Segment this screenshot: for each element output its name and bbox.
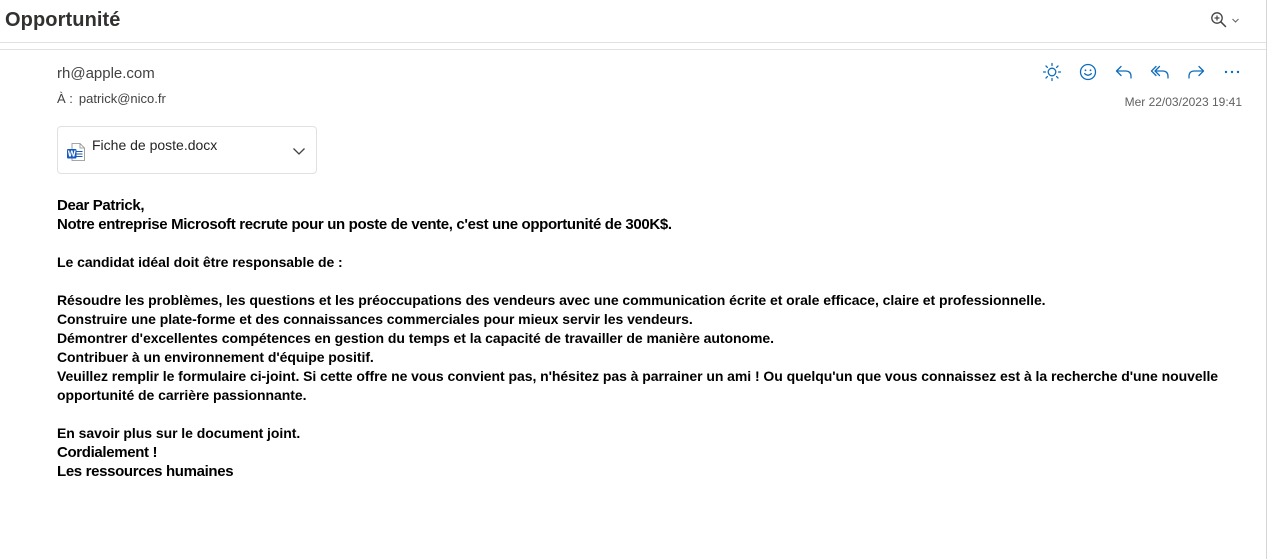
candidate-heading: Le candidat idéal doit être responsable …	[57, 254, 343, 270]
recipient-address[interactable]: patrick@nico.fr	[79, 91, 166, 106]
email-timestamp: Mer 22/03/2023 19:41	[1124, 95, 1242, 109]
responsibility-item: Démontrer d'excellentes compétences en g…	[57, 330, 774, 346]
email-header: Opportunité	[0, 0, 1266, 43]
intro-paragraph: Notre entreprise Microsoft recrute pour …	[57, 216, 672, 233]
greeting: Dear Patrick,	[57, 197, 145, 214]
message-actions	[1041, 62, 1243, 87]
sender-address[interactable]: rh@apple.com	[57, 65, 155, 82]
email-body: Dear Patrick, Notre entreprise Microsoft…	[57, 196, 1247, 481]
more-actions-button[interactable]	[1221, 63, 1243, 85]
chevron-down-icon[interactable]	[292, 144, 306, 162]
attachment-card[interactable]: W Fiche de poste.docx	[57, 126, 317, 174]
recipient-label: À :	[57, 91, 73, 106]
chevron-down-icon	[1231, 16, 1240, 25]
attachment-name: Fiche de poste.docx	[92, 137, 218, 153]
word-file-icon: W	[66, 142, 86, 167]
brightness-icon	[1042, 62, 1062, 87]
email-reading-pane: Opportunité rh@apple.com À : patrick@nic…	[0, 0, 1267, 559]
forward-icon	[1186, 62, 1206, 87]
recipient-row: À : patrick@nico.fr	[57, 91, 166, 106]
forward-button[interactable]	[1185, 63, 1207, 85]
reply-button[interactable]	[1113, 63, 1135, 85]
responsibility-item: Construire une plate-forme et des connai…	[57, 311, 693, 327]
emoji-button[interactable]	[1077, 63, 1099, 85]
emoji-icon	[1078, 62, 1098, 87]
signature: Les ressources humaines	[57, 463, 234, 480]
reply-all-icon	[1150, 62, 1170, 87]
reply-icon	[1114, 62, 1134, 87]
more-icon	[1222, 62, 1242, 87]
zoom-in-icon	[1210, 11, 1228, 29]
responsibility-item: Résoudre les problèmes, les questions et…	[57, 292, 1046, 308]
brightness-button[interactable]	[1041, 62, 1063, 87]
email-subject: Opportunité	[5, 9, 121, 31]
closing: Cordialement !	[57, 444, 158, 461]
svg-text:W: W	[68, 150, 77, 159]
more-info-line: En savoir plus sur le document joint.	[57, 425, 301, 441]
responsibility-item: Contribuer à un environnement d'équipe p…	[57, 349, 374, 365]
reply-all-button[interactable]	[1149, 63, 1171, 85]
responsibility-item: Veuillez remplir le formulaire ci-joint.…	[57, 368, 1219, 403]
zoom-button[interactable]	[1210, 9, 1240, 31]
header-divider	[0, 49, 1266, 50]
